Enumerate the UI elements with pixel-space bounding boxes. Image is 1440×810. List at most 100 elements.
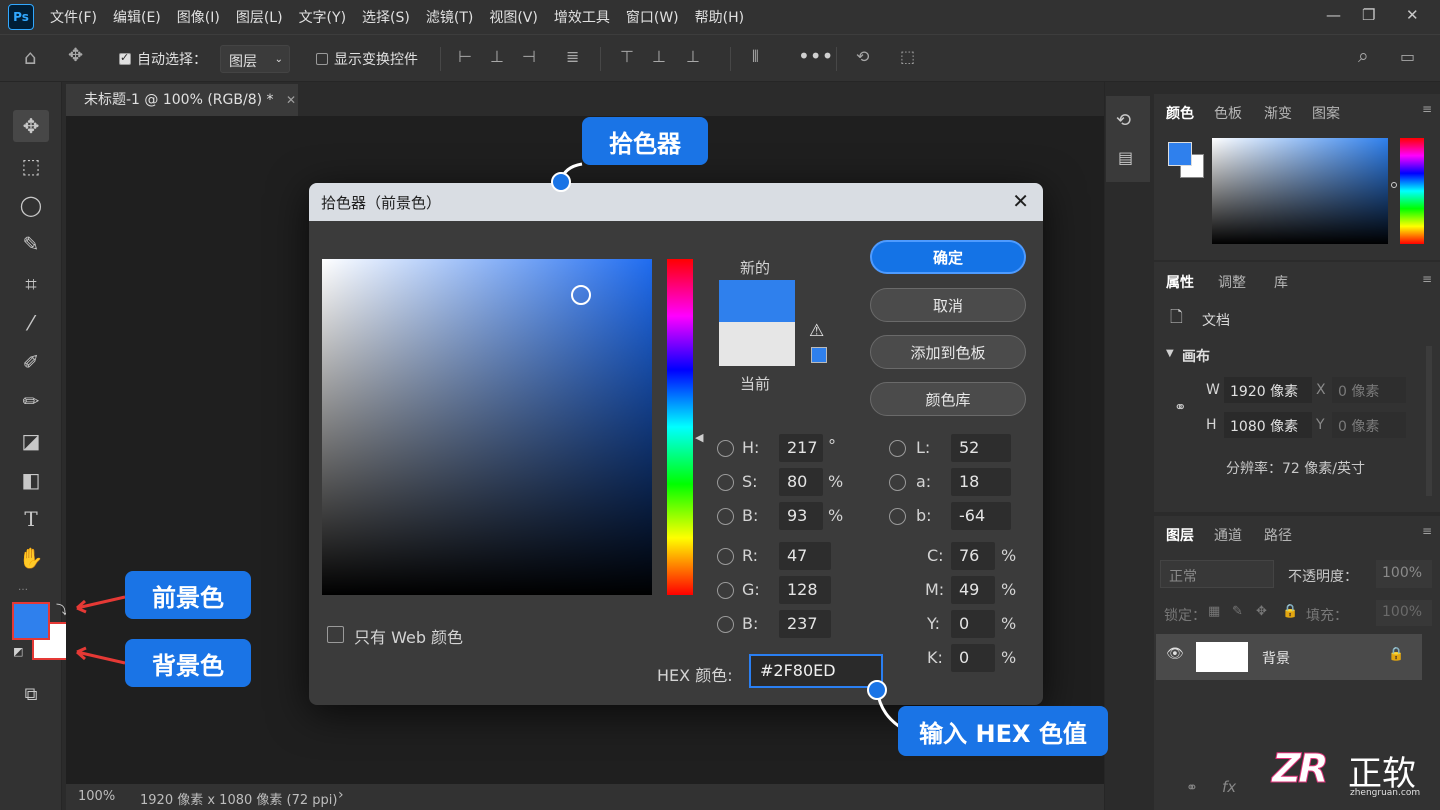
crop-tool-icon[interactable]: ⌗ [13, 268, 49, 300]
workspace-icon[interactable]: ▭ [1400, 47, 1415, 66]
lock-image-icon[interactable]: ✎ [1232, 604, 1243, 619]
gamut-warning-icon[interactable]: ⚠ [809, 321, 824, 341]
cancel-button[interactable]: 取消 [870, 288, 1026, 322]
tab-libraries[interactable]: 库 [1274, 272, 1288, 292]
home-icon[interactable]: ⌂ [24, 45, 37, 69]
lasso-tool-icon[interactable]: ◯ [13, 189, 49, 221]
hue-spectrum[interactable] [1400, 138, 1424, 244]
layer-row[interactable]: 👁 背景 🔒 [1156, 634, 1422, 680]
opacity-input[interactable]: 100% [1376, 560, 1432, 588]
screen-mode-icon[interactable]: ⧉ [13, 678, 49, 710]
move-tool-icon[interactable]: ✥ [13, 110, 49, 142]
move-tool-preset-icon[interactable]: ✥ [68, 45, 83, 66]
panel-foreground-swatch[interactable] [1168, 142, 1192, 166]
more-options-icon[interactable]: ••• [798, 44, 833, 68]
distribute-icon[interactable]: ≣ [566, 47, 579, 66]
red-input[interactable]: 47 [779, 542, 831, 570]
brightness-radio[interactable] [717, 508, 734, 525]
lab-b-input[interactable]: -64 [951, 502, 1011, 530]
tab-patterns[interactable]: 图案 [1312, 103, 1340, 123]
transform-grid-icon[interactable]: ⬚ [900, 47, 915, 66]
menu-image[interactable]: 图像(I) [177, 7, 220, 27]
brightness-input[interactable]: 93 [779, 502, 823, 530]
fill-input[interactable]: 100% [1376, 600, 1432, 626]
tab-gradients[interactable]: 渐变 [1264, 103, 1292, 123]
healing-brush-tool-icon[interactable]: ✐ [13, 346, 49, 378]
tab-adjustments[interactable]: 调整 [1218, 272, 1246, 292]
eyedropper-tool-icon[interactable]: ⁄ [13, 307, 49, 339]
history-icon[interactable]: ⟲ [1116, 110, 1131, 131]
eraser-tool-icon[interactable]: ◪ [13, 425, 49, 457]
tab-color[interactable]: 颜色 [1166, 103, 1194, 123]
blue-radio[interactable] [717, 616, 734, 633]
current-color-swatch[interactable] [719, 322, 795, 366]
align-middle-v-icon[interactable]: ⊥ [652, 47, 666, 66]
close-tab-icon[interactable]: ✕ [286, 93, 296, 107]
close-icon[interactable]: ✕ [1012, 189, 1029, 213]
show-transform-checkbox[interactable] [316, 53, 328, 65]
color-field[interactable] [1212, 138, 1388, 244]
foreground-color-swatch[interactable] [12, 602, 50, 640]
3d-mode-icon[interactable]: ⟲ [856, 47, 869, 66]
close-window-icon[interactable]: ✕ [1406, 6, 1419, 24]
blend-mode-dropdown[interactable]: 正常 [1160, 560, 1274, 588]
hue-input[interactable]: 217 [779, 434, 823, 462]
brush-tool-icon[interactable]: ✏ [13, 385, 49, 417]
tab-properties[interactable]: 属性 [1166, 272, 1194, 292]
hex-input[interactable]: #2F80ED [749, 654, 883, 688]
green-radio[interactable] [717, 582, 734, 599]
menu-layer[interactable]: 图层(L) [236, 7, 283, 27]
type-tool-icon[interactable]: T [13, 503, 49, 535]
yellow-input[interactable]: 0 [951, 610, 995, 638]
saturation-input[interactable]: 80 [779, 468, 823, 496]
color-field[interactable] [322, 259, 652, 595]
menu-view[interactable]: 视图(V) [489, 7, 538, 27]
fx-icon[interactable]: fx [1222, 778, 1236, 796]
menu-plugins[interactable]: 增效工具 [554, 7, 610, 27]
align-bottom-icon[interactable]: ⊥ [686, 47, 700, 66]
shape-tool-icon[interactable]: ◧ [13, 464, 49, 496]
panel-menu-icon[interactable]: ≡ [1422, 272, 1432, 286]
tab-channels[interactable]: 通道 [1214, 525, 1242, 545]
eye-icon[interactable]: 👁 [1166, 646, 1184, 662]
menu-select[interactable]: 选择(S) [362, 7, 410, 27]
x-input[interactable]: 0 像素 [1332, 377, 1406, 403]
tab-paths[interactable]: 路径 [1264, 525, 1292, 545]
panel-menu-icon[interactable]: ≡ [1422, 102, 1432, 116]
lab-a-input[interactable]: 18 [951, 468, 1011, 496]
menu-type[interactable]: 文字(Y) [299, 7, 346, 27]
lab-l-input[interactable]: 52 [951, 434, 1011, 462]
align-right-icon[interactable]: ⊣ [522, 47, 536, 66]
width-input[interactable]: 1920 像素 [1224, 377, 1312, 403]
restore-icon[interactable]: ❐ [1362, 6, 1375, 24]
add-to-swatches-button[interactable]: 添加到色板 [870, 335, 1026, 369]
search-icon[interactable]: ⌕ [1358, 45, 1369, 67]
menu-help[interactable]: 帮助(H) [695, 7, 744, 27]
align-top-icon[interactable]: ⊤ [620, 47, 634, 66]
web-safe-color-cube-icon[interactable] [811, 347, 827, 363]
default-colors-icon[interactable]: ◩ [13, 645, 23, 658]
auto-select-target-dropdown[interactable]: 图层 ⌄ [220, 45, 290, 73]
web-colors-only-checkbox[interactable] [327, 626, 344, 643]
menu-edit[interactable]: 编辑(E) [113, 7, 161, 27]
tab-swatches[interactable]: 色板 [1214, 103, 1242, 123]
saturation-radio[interactable] [717, 474, 734, 491]
hue-slider-handle-icon[interactable]: ◀ [695, 431, 703, 444]
zoom-level[interactable]: 100% [78, 789, 115, 804]
hue-radio[interactable] [717, 440, 734, 457]
cyan-input[interactable]: 76 [951, 542, 995, 570]
panel-menu-icon[interactable]: ≡ [1422, 524, 1432, 538]
y-input[interactable]: 0 像素 [1332, 412, 1406, 438]
height-input[interactable]: 1080 像素 [1224, 412, 1312, 438]
color-libraries-button[interactable]: 颜色库 [870, 382, 1026, 416]
comments-icon[interactable]: ▤ [1118, 148, 1133, 167]
document-tab[interactable]: 未标题-1 @ 100% (RGB/8) * ✕ [66, 84, 298, 116]
color-selector-ring[interactable] [571, 285, 591, 305]
quick-select-tool-icon[interactable]: ✎ [13, 228, 49, 260]
auto-select-checkbox[interactable] [119, 51, 131, 65]
align-center-h-icon[interactable]: ⊥ [490, 47, 504, 66]
link-icon[interactable]: ⚭ [1174, 398, 1187, 416]
lock-all-icon[interactable]: 🔒 [1282, 604, 1298, 619]
lab-a-radio[interactable] [889, 474, 906, 491]
green-input[interactable]: 128 [779, 576, 831, 604]
